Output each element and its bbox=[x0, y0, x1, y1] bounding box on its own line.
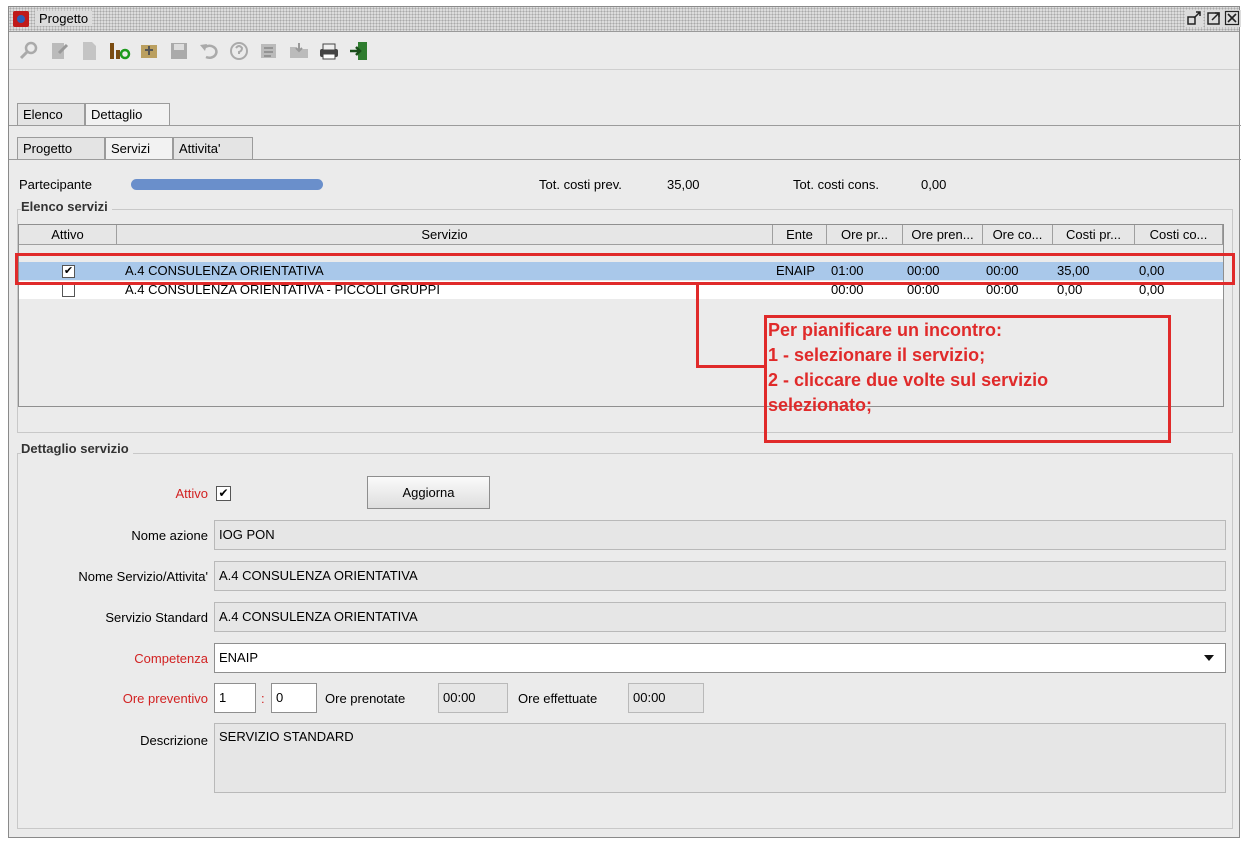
descrizione-label: Descrizione bbox=[140, 733, 208, 748]
restore-icon[interactable] bbox=[1185, 10, 1203, 27]
column-header-ore-cons[interactable]: Ore co... bbox=[983, 225, 1053, 245]
help-icon[interactable] bbox=[227, 39, 251, 63]
column-header-ore-prev[interactable]: Ore pr... bbox=[827, 225, 903, 245]
annotation-line: Per pianificare un incontro: bbox=[768, 320, 1003, 340]
column-header-servizio[interactable]: Servizio bbox=[117, 225, 773, 245]
ore-effettuate-field[interactable]: 00:00 bbox=[628, 683, 704, 713]
tab-dettaglio[interactable]: Dettaglio bbox=[85, 103, 170, 125]
competenza-select[interactable]: ENAIP bbox=[214, 643, 1226, 673]
exit-icon[interactable] bbox=[347, 39, 371, 63]
column-header-ente[interactable]: Ente bbox=[773, 225, 827, 245]
column-header-costi-cons[interactable]: Costi co... bbox=[1135, 225, 1223, 245]
toolbar bbox=[9, 33, 1239, 70]
folder-icon[interactable] bbox=[287, 39, 311, 63]
servizio-standard-field[interactable]: A.4 CONSULENZA ORIENTATIVA bbox=[214, 602, 1226, 632]
detail-group-title: Dettaglio servizio bbox=[21, 441, 133, 456]
ore-prenotate-label: Ore prenotate bbox=[325, 691, 406, 706]
checklist-icon[interactable] bbox=[257, 39, 281, 63]
ore-effettuate-label: Ore effettuate bbox=[518, 691, 598, 706]
tot-costi-prev-value: 35,00 bbox=[667, 177, 700, 192]
annotation-highlight-box bbox=[15, 253, 1235, 285]
annotation-connector-vertical bbox=[696, 283, 699, 368]
subtab-divider bbox=[9, 159, 1241, 160]
redacted-participant-name bbox=[131, 179, 323, 190]
competenza-selected-value: ENAIP bbox=[219, 650, 259, 665]
undo-icon[interactable] bbox=[197, 39, 221, 63]
new-document-icon[interactable] bbox=[77, 39, 101, 63]
tab-progetto[interactable]: Progetto bbox=[17, 137, 105, 159]
print-icon[interactable] bbox=[317, 39, 341, 63]
export-icon[interactable] bbox=[137, 39, 161, 63]
annotation-line: 2 - cliccare due volte sul servizio bbox=[768, 370, 1049, 390]
save-icon[interactable] bbox=[167, 39, 191, 63]
window-title: Progetto bbox=[35, 11, 93, 26]
app-icon bbox=[13, 11, 29, 27]
tot-costi-cons-label: Tot. costi cons. bbox=[793, 177, 879, 192]
servizio-standard-label: Servizio Standard bbox=[105, 610, 208, 625]
column-header-costi-prev[interactable]: Costi pr... bbox=[1053, 225, 1135, 245]
ore-preventivo-label: Ore preventivo bbox=[122, 691, 208, 706]
ore-prenotate-field[interactable]: 00:00 bbox=[438, 683, 508, 713]
close-icon[interactable] bbox=[1223, 10, 1241, 27]
tot-costi-prev-label: Tot. costi prev. bbox=[539, 177, 622, 192]
ore-preventivo-minutes-input[interactable]: 0 bbox=[271, 683, 317, 713]
row-attivo-checkbox[interactable] bbox=[62, 284, 75, 297]
tab-attivita[interactable]: Attivita' bbox=[173, 137, 253, 159]
attivo-checkbox[interactable]: ✔ bbox=[216, 486, 231, 501]
nome-azione-label: Nome azione bbox=[131, 528, 208, 543]
attivo-label: Attivo bbox=[175, 486, 208, 501]
edit-icon[interactable] bbox=[47, 39, 71, 63]
nome-servizio-field[interactable]: A.4 CONSULENZA ORIENTATIVA bbox=[214, 561, 1226, 591]
column-header-attivo[interactable]: Attivo bbox=[19, 225, 117, 245]
tab-servizi[interactable]: Servizi bbox=[105, 137, 173, 159]
maximize-icon[interactable] bbox=[1205, 10, 1223, 27]
competenza-label: Competenza bbox=[134, 651, 208, 666]
ore-preventivo-separator: : bbox=[261, 691, 265, 706]
nome-servizio-label: Nome Servizio/Attivita' bbox=[78, 569, 208, 584]
descrizione-textarea[interactable]: SERVIZIO STANDARD bbox=[214, 723, 1226, 793]
nome-azione-field[interactable]: IOG PON bbox=[214, 520, 1226, 550]
info-icon[interactable] bbox=[107, 39, 131, 63]
chevron-down-icon[interactable] bbox=[1203, 644, 1215, 672]
tot-costi-cons-value: 0,00 bbox=[921, 177, 947, 192]
annotation-connector-horizontal bbox=[696, 365, 766, 368]
column-header-ore-pren[interactable]: Ore pren... bbox=[903, 225, 983, 245]
tab-divider bbox=[9, 125, 1241, 126]
tab-elenco[interactable]: Elenco bbox=[17, 103, 85, 125]
annotation-line: selezionato; bbox=[768, 395, 873, 415]
title-bar[interactable]: Progetto bbox=[9, 7, 1241, 32]
participant-label: Partecipante bbox=[19, 177, 92, 192]
aggiorna-button[interactable]: Aggiorna bbox=[367, 476, 490, 509]
search-icon[interactable] bbox=[17, 39, 41, 63]
services-group-title: Elenco servizi bbox=[21, 199, 112, 214]
ore-preventivo-hours-input[interactable]: 1 bbox=[214, 683, 256, 713]
annotation-callout-text: Per pianificare un incontro: 1 - selezio… bbox=[768, 318, 1048, 418]
annotation-line: 1 - selezionare il servizio; bbox=[768, 345, 986, 365]
